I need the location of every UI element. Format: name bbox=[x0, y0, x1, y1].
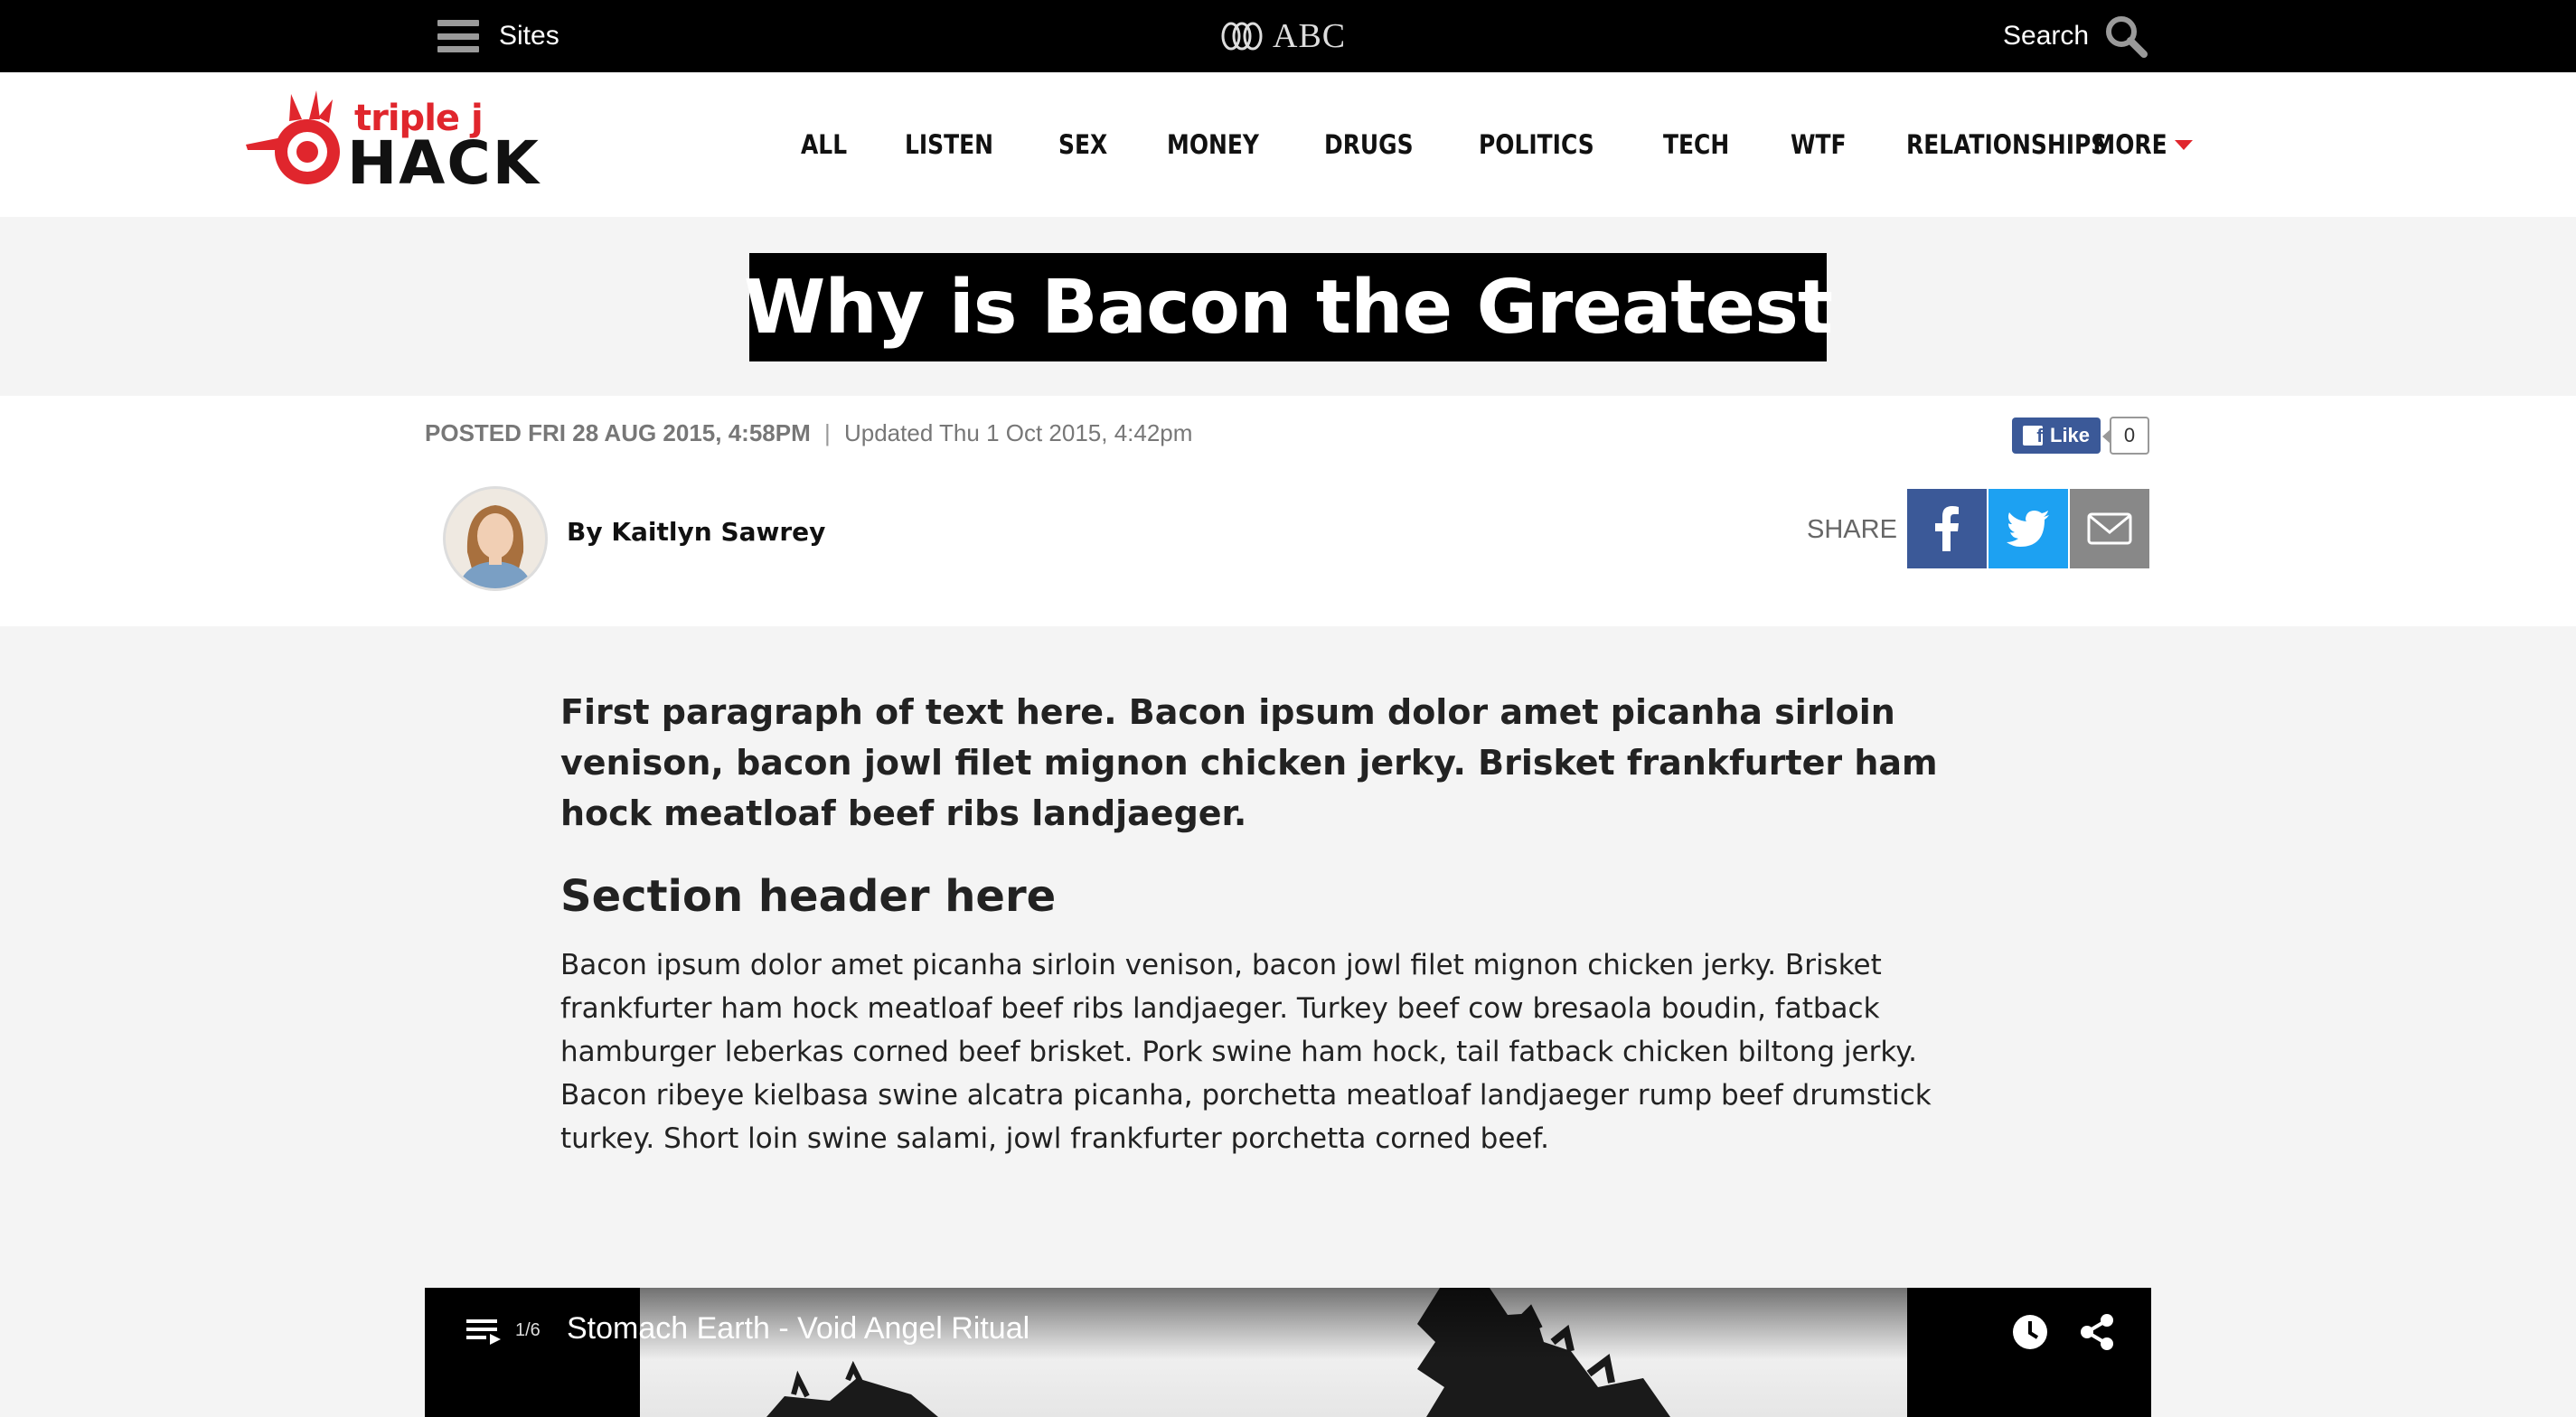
nav-item-drugs[interactable]: DRUGS bbox=[1324, 129, 1414, 160]
playlist-icon[interactable] bbox=[466, 1318, 503, 1346]
video-playlist-index: 1/6 bbox=[515, 1320, 541, 1340]
share-email-button[interactable] bbox=[2070, 489, 2149, 568]
article-body: First paragraph of text here. Bacon ipsu… bbox=[560, 687, 2007, 1160]
abc-top-bar: Sites ABC Search bbox=[0, 0, 2576, 72]
facebook-like-widget: f Like 0 bbox=[2012, 417, 2150, 455]
magnifier-icon bbox=[2106, 16, 2148, 58]
updated-date: Updated Thu 1 Oct 2015, 4:42pm bbox=[843, 419, 1193, 446]
search-button[interactable]: Search bbox=[2003, 13, 2148, 60]
article-lead-paragraph: First paragraph of text here. Bacon ipsu… bbox=[560, 692, 1938, 833]
nav-item-relationships[interactable]: RELATIONSHIPS bbox=[1906, 129, 2107, 160]
main-nav: ALL LISTEN SEX MONEY DRUGS POLITICS TECH… bbox=[801, 72, 2190, 217]
video-title[interactable]: Stomach Earth - Void Angel Ritual bbox=[567, 1311, 1029, 1347]
article-body-paragraph: Bacon ipsum dolor amet picanha sirloin v… bbox=[560, 949, 1932, 1155]
article-dates: POSTED FRI 28 AUG 2015, 4:58PM | Updated… bbox=[425, 419, 1192, 447]
share-facebook-button[interactable] bbox=[1907, 489, 1987, 568]
nav-more-label: MORE bbox=[2092, 129, 2167, 160]
facebook-icon bbox=[1935, 506, 1959, 551]
facebook-like-label: Like bbox=[2050, 424, 2091, 446]
nav-item-sex[interactable]: SEX bbox=[1058, 129, 1107, 160]
abc-wordmark: ABC bbox=[1273, 17, 1347, 55]
search-label: Search bbox=[2003, 21, 2090, 51]
hamburger-menu-icon bbox=[437, 20, 479, 52]
caret-down-icon bbox=[2174, 139, 2193, 150]
facebook-icon: f bbox=[2023, 426, 2043, 446]
facebook-like-button[interactable]: f Like bbox=[2012, 418, 2101, 454]
clock-icon[interactable] bbox=[2011, 1313, 2049, 1351]
article-title: Why is Bacon the Greatest bbox=[743, 264, 1833, 351]
email-icon bbox=[2087, 512, 2132, 545]
author-byline[interactable]: By Kaitlyn Sawrey bbox=[567, 517, 825, 547]
share-icon[interactable] bbox=[2078, 1313, 2116, 1351]
sites-label: Sites bbox=[499, 21, 559, 51]
share-twitter-button[interactable] bbox=[1988, 489, 2068, 568]
nav-item-politics[interactable]: POLITICS bbox=[1479, 129, 1594, 160]
sites-menu-button[interactable]: Sites bbox=[437, 16, 559, 56]
nav-item-wtf[interactable]: WTF bbox=[1791, 129, 1847, 160]
triplej-mascot-logo-icon bbox=[246, 90, 340, 184]
nav-item-listen[interactable]: LISTEN bbox=[905, 129, 993, 160]
nav-item-money[interactable]: MONEY bbox=[1167, 129, 1259, 160]
triplej-hack-logo[interactable]: triple j HACK bbox=[246, 90, 539, 199]
posted-date: POSTED FRI 28 AUG 2015, 4:58PM bbox=[425, 419, 811, 446]
facebook-like-count: 0 bbox=[2102, 417, 2150, 455]
nav-item-tech[interactable]: TECH bbox=[1663, 129, 1729, 160]
abc-lissajous-logo-icon bbox=[1221, 22, 1263, 51]
share-label: SHARE bbox=[1807, 515, 1897, 544]
date-separator: | bbox=[823, 419, 831, 446]
abc-logo-link[interactable]: ABC bbox=[1220, 16, 1346, 56]
article-title-box: Why is Bacon the Greatest bbox=[744, 253, 1833, 361]
article-meta: POSTED FRI 28 AUG 2015, 4:58PM | Updated… bbox=[0, 396, 2576, 626]
site-header: triple j HACK ALL LISTEN SEX MONEY DRUGS… bbox=[0, 72, 2576, 217]
video-player[interactable]: 1/6 Stomach Earth - Void Angel Ritual bbox=[425, 1288, 2151, 1417]
author-avatar[interactable] bbox=[443, 486, 548, 591]
article-section-header: Section header here bbox=[560, 871, 1057, 922]
nav-item-all[interactable]: ALL bbox=[801, 129, 847, 160]
title-band: Why is Bacon the Greatest bbox=[0, 217, 2576, 396]
author-photo bbox=[446, 489, 545, 588]
twitter-icon bbox=[2007, 511, 2049, 547]
nav-more-dropdown[interactable]: MORE bbox=[2081, 72, 2193, 217]
logo-hack-text: HACK bbox=[347, 128, 541, 198]
